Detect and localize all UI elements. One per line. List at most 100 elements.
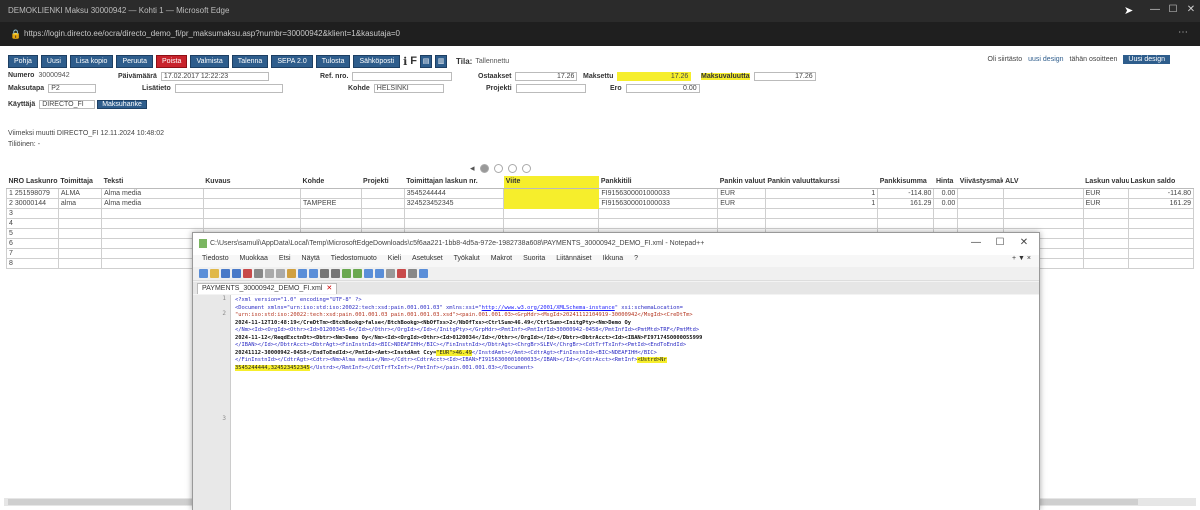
user-input[interactable]: DIRECTO_FI — [39, 100, 96, 109]
menu-item[interactable]: Ikkuna — [603, 255, 624, 262]
close-tab-icon[interactable]: ✕ — [326, 285, 332, 292]
cancel-button[interactable]: Peruuta — [116, 54, 153, 68]
menu-right-controls[interactable]: + ▼ × — [1012, 255, 1031, 262]
copy-icon[interactable] — [276, 269, 285, 278]
reference-cell[interactable] — [503, 197, 600, 209]
supplier-cell[interactable]: ALMA — [57, 187, 103, 199]
maximize-icon[interactable]: ☐ — [1166, 3, 1180, 17]
zoom-out-icon[interactable] — [353, 269, 362, 278]
row-number[interactable]: 8 — [6, 257, 59, 269]
kohde-cell[interactable]: TAMPERE — [300, 197, 362, 209]
delete-button[interactable]: Poista — [155, 54, 188, 68]
menu-item[interactable]: Liitännäiset — [556, 255, 591, 262]
payment-order-button[interactable]: Maksuhanke — [97, 100, 147, 110]
balance-cell[interactable]: -114.80 — [1128, 187, 1194, 199]
invoice-nr-cell[interactable]: 3545244444 — [403, 187, 505, 199]
rate-cell[interactable]: 1 — [764, 197, 879, 209]
menu-item[interactable]: Makrot — [491, 255, 512, 262]
table-row[interactable]: 2 30000144 alma Alma media TAMPERE 32452… — [6, 197, 1194, 209]
kohde-input[interactable]: HELSINKI — [373, 84, 444, 93]
save-button[interactable]: Talenna — [231, 54, 269, 68]
new-design-button[interactable]: Uusi design — [1123, 55, 1170, 64]
payment-currency-input[interactable]: 17.26 — [753, 72, 816, 81]
ostaakset-input[interactable]: 17.26 — [515, 72, 578, 81]
bank-currency-cell[interactable]: EUR — [717, 187, 766, 199]
description-cell[interactable] — [202, 187, 302, 199]
cut-icon[interactable] — [265, 269, 274, 278]
menu-item[interactable]: Suorita — [523, 255, 545, 262]
bank-account-cell[interactable]: FI9156300001000033 — [598, 187, 719, 199]
record-macro-icon[interactable] — [397, 269, 406, 278]
redo-icon[interactable] — [309, 269, 318, 278]
text-cell[interactable]: Alma media — [101, 197, 204, 209]
menu-item[interactable]: Etsi — [279, 255, 291, 262]
text-cell[interactable]: Alma media — [101, 187, 204, 199]
menu-item[interactable]: Tiedostomuoto — [331, 255, 377, 262]
pager-dot[interactable] — [479, 164, 489, 173]
link-button[interactable]: ▥ — [435, 54, 448, 68]
late-fee-cell[interactable] — [957, 187, 1004, 199]
new-button[interactable]: Uusi — [40, 54, 67, 68]
ref-input[interactable] — [352, 72, 453, 81]
row-number[interactable]: 7 — [6, 247, 59, 259]
supplier-cell[interactable]: alma — [57, 197, 103, 209]
print-button[interactable]: Tulosta — [315, 54, 351, 68]
amount-cell[interactable]: 161.29 — [877, 197, 935, 209]
menu-item[interactable]: Tiedosto — [202, 255, 229, 262]
font-icon[interactable]: F — [410, 55, 417, 67]
sepa-button[interactable]: SEPA 2.0 — [271, 54, 313, 68]
row-number[interactable]: 2 30000144 — [6, 197, 59, 209]
menu-item[interactable]: Kieli — [388, 255, 401, 262]
reference-cell[interactable] — [503, 187, 600, 199]
kohde-cell[interactable] — [300, 187, 362, 199]
find-icon[interactable] — [320, 269, 329, 278]
minimize-icon[interactable]: — — [1148, 3, 1162, 17]
new-file-icon[interactable] — [199, 269, 208, 278]
paste-icon[interactable] — [287, 269, 296, 278]
pager-dot[interactable] — [521, 164, 531, 173]
address-bar[interactable]: 🔒 https://login.directo.ee/ocra/directo_… — [0, 22, 1200, 46]
menu-item[interactable]: ? — [634, 255, 638, 262]
menu-item[interactable]: Työkalut — [454, 255, 480, 262]
vat-cell[interactable] — [1002, 187, 1084, 199]
menu-item[interactable]: Näytä — [302, 255, 320, 262]
table-row[interactable]: 1 251598079 ALMA Alma media 3545244444 F… — [6, 187, 1194, 199]
balance-cell[interactable]: 161.29 — [1128, 197, 1194, 209]
save-all-icon[interactable] — [232, 269, 241, 278]
project-cell[interactable] — [360, 197, 405, 209]
vat-cell[interactable] — [1002, 197, 1084, 209]
bank-currency-cell[interactable]: EUR — [717, 197, 766, 209]
invoice-currency-cell[interactable]: EUR — [1082, 197, 1130, 209]
date-input[interactable]: 17.02.2017 12:22:23 — [160, 72, 269, 81]
wrap-icon[interactable] — [375, 269, 384, 278]
bank-account-cell[interactable]: FI9156300001000033 — [598, 197, 719, 209]
open-file-icon[interactable] — [210, 269, 219, 278]
invoice-nr-cell[interactable]: 324523452345 — [403, 197, 505, 209]
stop-macro-icon[interactable] — [408, 269, 417, 278]
rate-cell[interactable]: 1 — [764, 187, 879, 199]
minimize-icon[interactable]: — — [969, 237, 983, 248]
attach-button[interactable]: ▤ — [420, 54, 433, 68]
close-icon[interactable]: ✕ — [1184, 3, 1198, 17]
play-macro-icon[interactable] — [419, 269, 428, 278]
description-cell[interactable] — [202, 197, 302, 209]
close-file-icon[interactable] — [243, 269, 252, 278]
save-icon[interactable] — [221, 269, 230, 278]
more-icon[interactable]: ⋯ — [1178, 27, 1188, 38]
late-fee-cell[interactable] — [957, 197, 1004, 209]
code-editor[interactable]: 123 <?xml version="1.0" encoding="UTF-8"… — [193, 295, 1039, 510]
indent-icon[interactable] — [386, 269, 395, 278]
price-cell[interactable]: 0.00 — [933, 187, 959, 199]
price-cell[interactable]: 0.00 — [933, 197, 959, 209]
copy-button[interactable]: Lisa kopio — [69, 54, 114, 68]
table-row[interactable]: 4 — [6, 217, 1194, 229]
confirm-button[interactable]: Valmista — [190, 54, 229, 68]
payment-method-input[interactable]: P2 — [48, 84, 97, 93]
xml-content[interactable]: <?xml version="1.0" encoding="UTF-8" ?> … — [235, 297, 1035, 372]
undo-icon[interactable] — [298, 269, 307, 278]
invoice-currency-cell[interactable]: EUR — [1082, 187, 1130, 199]
amount-cell[interactable]: -114.80 — [877, 187, 935, 199]
email-button[interactable]: Sähköposti — [353, 54, 401, 68]
table-row[interactable]: 3 — [6, 207, 1194, 219]
row-number[interactable]: 1 251598079 — [6, 187, 59, 199]
